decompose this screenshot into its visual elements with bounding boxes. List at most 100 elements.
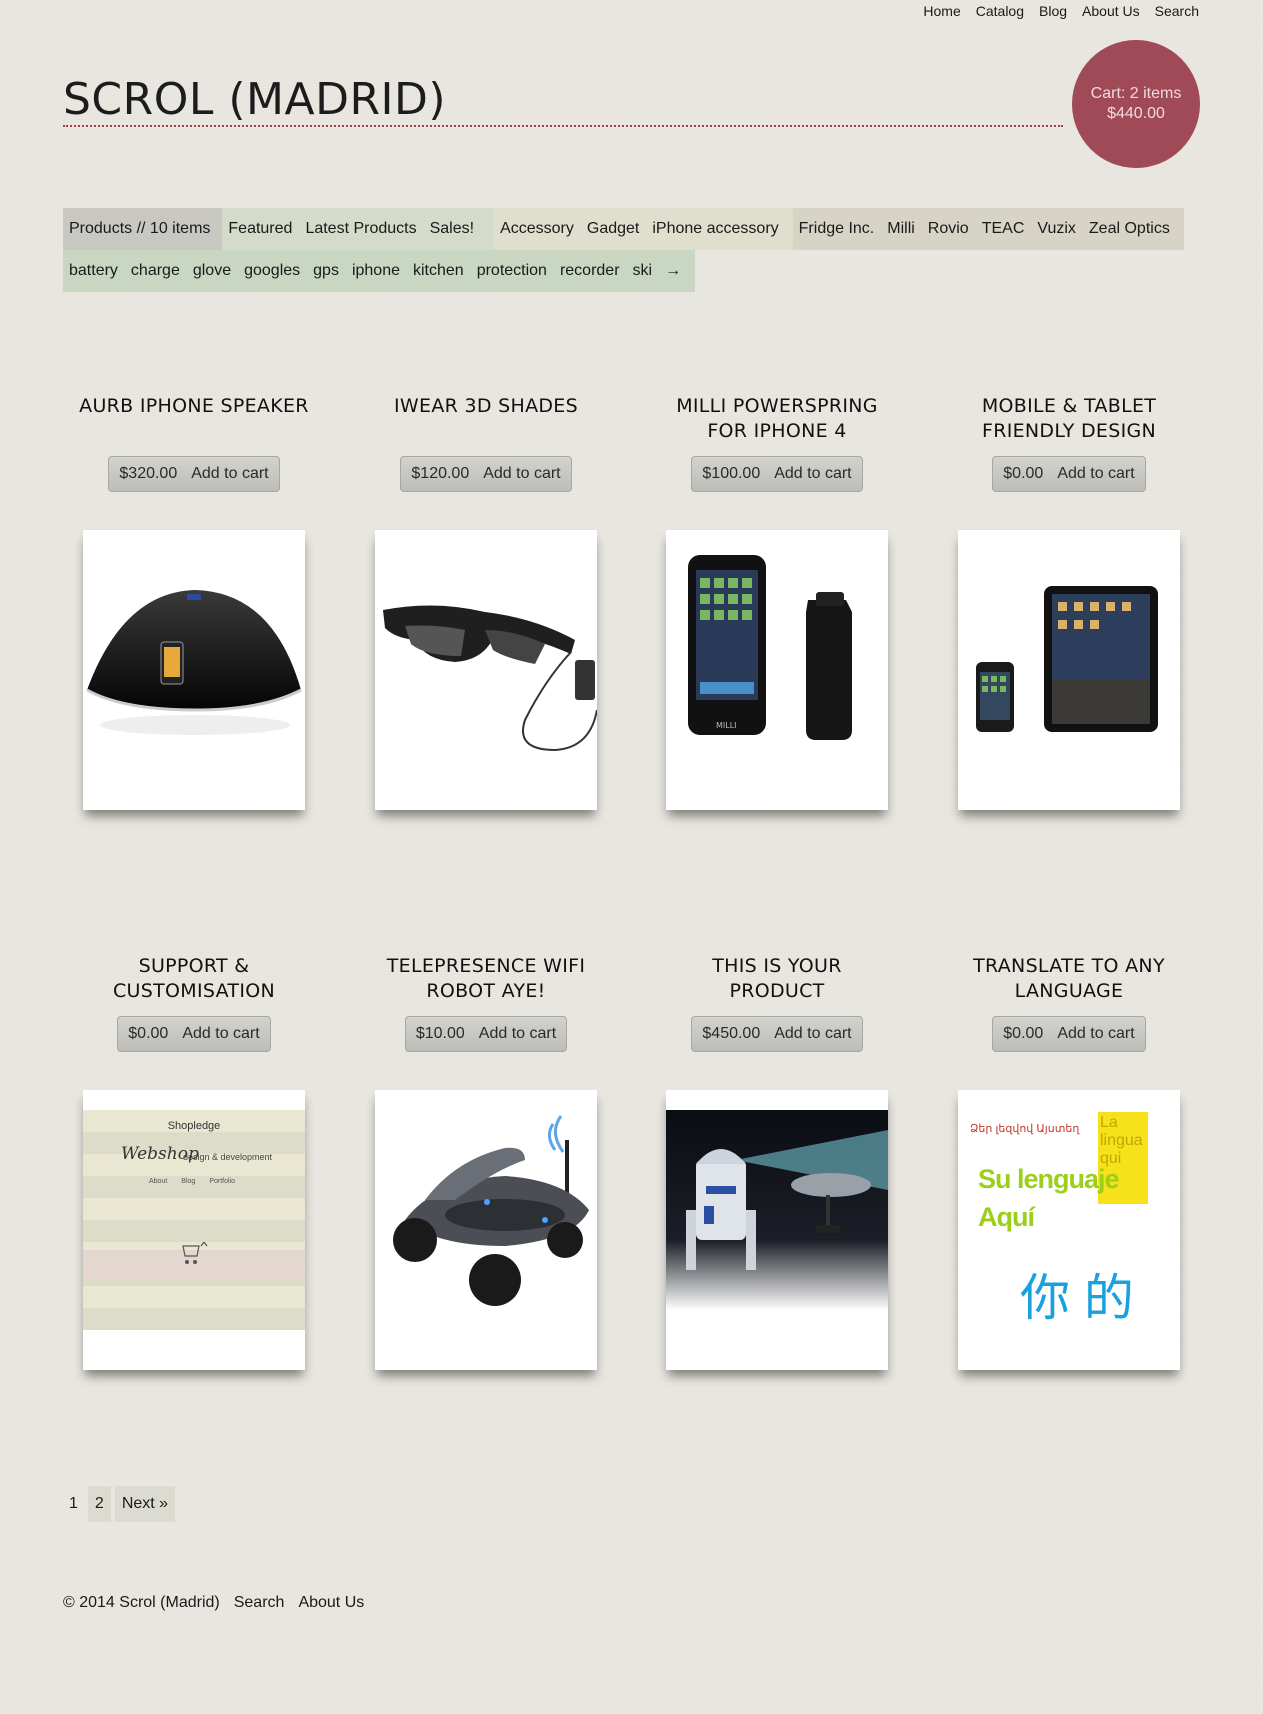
cart-button[interactable]: Cart: 2 items $440.00: [1072, 40, 1200, 168]
nav-search-link[interactable]: Search: [1155, 3, 1199, 19]
tag-ski[interactable]: ski: [633, 262, 653, 280]
lang-armenian-text: Ձեր լեզվով Այստեղ: [970, 1123, 1080, 1135]
products-count-label[interactable]: Products // 10 items: [69, 220, 210, 238]
page-2-link[interactable]: 2: [87, 1486, 111, 1522]
product-title[interactable]: AURB IPHONE SPEAKER: [79, 394, 309, 456]
tags-group: battery charge glove googles gps iphone …: [63, 250, 696, 292]
filter-bar: Products // 10 items Featured Latest Pro…: [63, 208, 1193, 292]
product-image-robot[interactable]: [375, 1090, 597, 1370]
product-price: $320.00: [119, 465, 178, 482]
tag-gps[interactable]: gps: [313, 262, 339, 280]
product-title[interactable]: TELEPRESENCE WIFI ROBOT AYE!: [371, 954, 601, 1016]
robot-image: [393, 1115, 589, 1306]
tag-kitchen[interactable]: kitchen: [413, 262, 464, 280]
shopledge-nav-about: About: [149, 1178, 168, 1185]
tag-recorder[interactable]: recorder: [560, 262, 620, 280]
product-image-translate[interactable]: La lingua qui Ձեր լեզվով Այստեղ Su lengu…: [958, 1090, 1180, 1370]
cart-item-count: Cart: 2 items: [1090, 85, 1182, 102]
add-to-cart-label: Add to cart: [483, 465, 561, 482]
product-title[interactable]: MOBILE & TABLET FRIENDLY DESIGN: [954, 394, 1184, 456]
product-title[interactable]: IWEAR 3D SHADES: [371, 394, 601, 456]
add-to-cart-button[interactable]: $0.00 Add to cart: [992, 1016, 1146, 1052]
filter-gadget[interactable]: Gadget: [587, 220, 639, 238]
product-image-mobile-tablet[interactable]: [958, 530, 1180, 810]
products-count-group: Products // 10 items: [63, 208, 223, 250]
filter-featured[interactable]: Featured: [228, 220, 292, 238]
striped-background: [83, 1110, 305, 1330]
nav-catalog-link[interactable]: Catalog: [976, 3, 1024, 19]
product-price: $0.00: [128, 1025, 169, 1042]
add-to-cart-button[interactable]: $320.00 Add to cart: [108, 456, 280, 492]
product-card: IWEAR 3D SHADES $120.00 Add to cart: [371, 394, 601, 492]
nav-home-link[interactable]: Home: [923, 3, 960, 19]
shopledge-nav-portfolio: Portfolio: [209, 1178, 235, 1185]
shopledge-title: Shopledge: [167, 1120, 221, 1132]
filter-rovio[interactable]: Rovio: [928, 220, 969, 238]
product-price: $10.00: [415, 1025, 465, 1042]
filter-iphone-accessory[interactable]: iPhone accessory: [652, 220, 778, 238]
product-title[interactable]: THIS IS YOUR PRODUCT: [662, 954, 892, 1016]
shopledge-nav: About Blog Portfolio: [149, 1178, 235, 1185]
filter-milli[interactable]: Milli: [887, 220, 915, 238]
tag-iphone[interactable]: iphone: [352, 262, 400, 280]
tag-glove[interactable]: glove: [193, 262, 231, 280]
add-to-cart-label: Add to cart: [191, 465, 269, 482]
filter-vuzix[interactable]: Vuzix: [1037, 220, 1076, 238]
product-title[interactable]: TRANSLATE TO ANY LANGUAGE: [954, 954, 1184, 1016]
top-navigation: Home Catalog Blog About Us Search: [923, 3, 1199, 19]
filter-teac[interactable]: TEAC: [982, 220, 1025, 238]
filter-zeal-optics[interactable]: Zeal Optics: [1089, 220, 1170, 238]
add-to-cart-button[interactable]: $0.00 Add to cart: [117, 1016, 271, 1052]
filter-latest-products[interactable]: Latest Products: [305, 220, 416, 238]
add-to-cart-label: Add to cart: [1057, 465, 1135, 482]
product-image-support[interactable]: Shopledge Webshop design & development A…: [83, 1090, 305, 1370]
lang-spanish-text-2: Aquí: [978, 1202, 1035, 1232]
tags-more-arrow[interactable]: →: [665, 262, 681, 280]
product-image-speaker[interactable]: [83, 530, 305, 810]
shades-image: [383, 605, 597, 752]
next-page-link[interactable]: Next »: [114, 1486, 176, 1522]
filter-accessory[interactable]: Accessory: [500, 220, 574, 238]
collections-group: Featured Latest Products Sales!: [222, 208, 495, 250]
add-to-cart-label: Add to cart: [1057, 1025, 1135, 1042]
add-to-cart-button[interactable]: $120.00 Add to cart: [400, 456, 572, 492]
add-to-cart-label: Add to cart: [774, 1025, 852, 1042]
footer-search-link[interactable]: Search: [234, 1594, 285, 1612]
tag-protection[interactable]: protection: [477, 262, 547, 280]
shopledge-tagline: design & development: [183, 1152, 273, 1162]
product-title[interactable]: SUPPORT & CUSTOMISATION: [79, 954, 309, 1016]
product-card: AURB IPHONE SPEAKER $320.00 Add to cart: [79, 394, 309, 492]
add-to-cart-label: Add to cart: [774, 465, 852, 482]
product-price: $120.00: [411, 465, 470, 482]
lang-italian-text: La lingua qui: [1100, 1114, 1143, 1167]
lang-spanish-text-1: Su lenguaje: [978, 1164, 1120, 1194]
footer: © 2014 Scrol (Madrid) Search About Us: [63, 1594, 364, 1612]
add-to-cart-button[interactable]: $10.00 Add to cart: [404, 1016, 568, 1052]
add-to-cart-button[interactable]: $0.00 Add to cart: [992, 456, 1146, 492]
site-title[interactable]: SCROL (MADRID): [63, 74, 446, 125]
filter-fridge-inc[interactable]: Fridge Inc.: [799, 220, 875, 238]
product-image-shades[interactable]: [375, 530, 597, 810]
product-price: $450.00: [702, 1025, 761, 1042]
product-image-powerspring[interactable]: MILLI: [666, 530, 888, 810]
nav-blog-link[interactable]: Blog: [1039, 3, 1067, 19]
add-to-cart-button[interactable]: $450.00 Add to cart: [691, 1016, 863, 1052]
cart-total: $440.00: [1107, 105, 1165, 122]
footer-copyright: © 2014 Scrol (Madrid): [63, 1594, 220, 1611]
lang-chinese-text: 你 的: [1020, 1270, 1134, 1326]
tag-battery[interactable]: battery: [69, 262, 118, 280]
product-image-projector[interactable]: [666, 1090, 888, 1370]
nav-about-link[interactable]: About Us: [1082, 3, 1140, 19]
product-title[interactable]: MILLI POWERSPRING FOR IPHONE 4: [662, 394, 892, 456]
product-types-group: Accessory Gadget iPhone accessory: [494, 208, 793, 250]
product-card: MOBILE & TABLET FRIENDLY DESIGN $0.00 Ad…: [954, 394, 1184, 492]
product-price: $0.00: [1003, 465, 1044, 482]
add-to-cart-label: Add to cart: [478, 1025, 557, 1042]
footer-about-link[interactable]: About Us: [298, 1594, 364, 1612]
filter-sales[interactable]: Sales!: [430, 220, 474, 238]
tag-googles[interactable]: googles: [244, 262, 300, 280]
tag-charge[interactable]: charge: [131, 262, 180, 280]
shopledge-nav-blog: Blog: [181, 1178, 196, 1185]
svg-text:MILLI: MILLI: [716, 721, 737, 730]
add-to-cart-button[interactable]: $100.00 Add to cart: [691, 456, 863, 492]
